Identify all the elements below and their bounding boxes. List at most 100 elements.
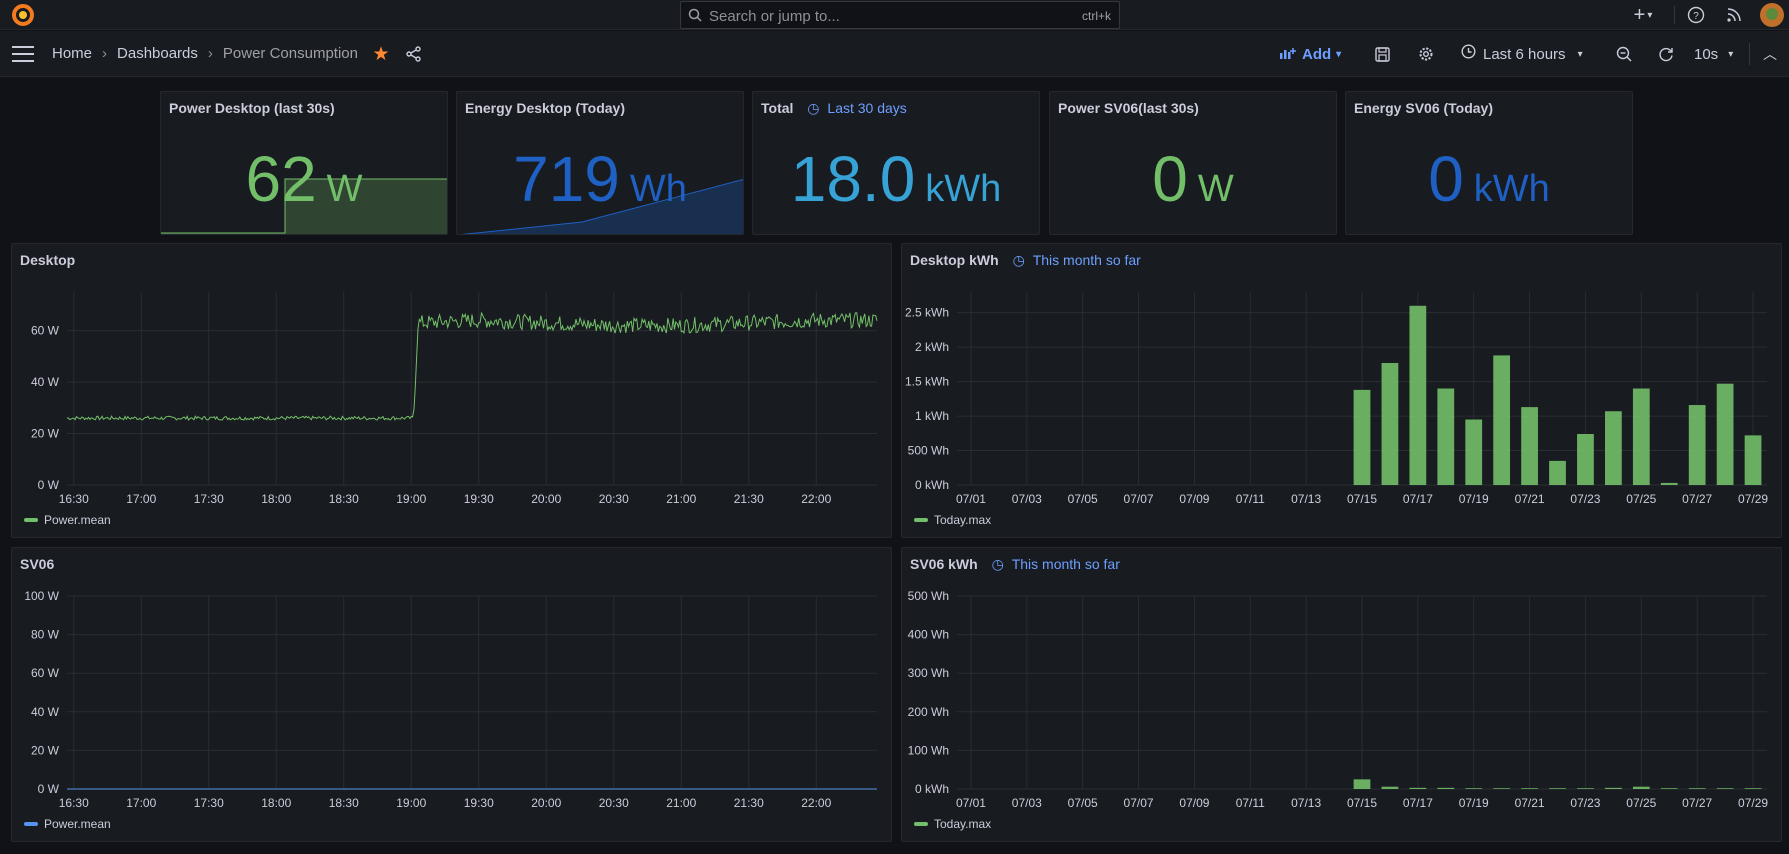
gear-icon[interactable] (1416, 44, 1436, 64)
refresh-interval-picker[interactable]: 10s ▾ (1694, 43, 1733, 65)
time-series-chart: 0 W 20 W 40 W 60 W 80 W 100 W 16:30 17:00 17:30 1… (24, 589, 877, 810)
stat-panel-total[interactable]: Total ◷ Last 30 days 18.0 kWh (752, 91, 1040, 235)
x-tick-label: 07/25 (1626, 492, 1656, 506)
stat-panel-power-sv06[interactable]: Power SV06(last 30s) 0W (1049, 91, 1337, 235)
divider (1749, 43, 1750, 65)
x-tick-label: 19:00 (396, 796, 426, 810)
legend-item[interactable]: Today.max (914, 817, 991, 831)
panel-sv06-kwh[interactable]: SV06 kWh ◷ This month so far 0 kWh 100 Wh… (901, 547, 1782, 842)
bar (1716, 383, 1734, 485)
y-tick-label: 20 W (31, 427, 60, 441)
x-tick-label: 19:30 (464, 492, 494, 506)
x-tick-label: 20:00 (531, 796, 561, 810)
series-line (66, 311, 878, 421)
chevron-down-icon: ▾ (1336, 48, 1342, 60)
bar (1381, 786, 1399, 789)
stat-panel-energy-sv06[interactable]: Energy SV06 (Today) 0 kWh (1345, 91, 1633, 235)
stat-value: 0W (1152, 143, 1234, 215)
bar (1353, 779, 1371, 789)
add-button-label: Add (1302, 45, 1332, 63)
stat-value: 18.0 kWh (790, 143, 1002, 215)
stat-value: 62 W (245, 143, 363, 215)
page-title: Power Consumption (222, 45, 358, 62)
legend-item[interactable]: Today.max (914, 513, 991, 527)
x-tick-label: 18:30 (329, 796, 359, 810)
bar (1577, 788, 1594, 789)
add-button[interactable]: Add ▾ (1280, 43, 1341, 65)
panel-desktop-power[interactable]: Desktop 0 W 20 W 40 W 60 W 16:30 17:00 17:30 18… (11, 243, 892, 538)
x-tick-label: 17:30 (194, 796, 224, 810)
legend-item[interactable]: Power.mean (24, 817, 111, 831)
menu-icon[interactable] (12, 45, 34, 63)
help-circle-icon[interactable]: ? (1686, 5, 1706, 25)
x-tick-label: 07/15 (1347, 796, 1377, 810)
share-icon[interactable] (404, 44, 424, 64)
x-tick-label: 07/15 (1347, 492, 1377, 506)
chevron-down-icon: ▾ (1577, 48, 1583, 60)
bar (1521, 788, 1538, 789)
plus-icon[interactable]: + ▾ (1628, 4, 1658, 26)
y-tick-label: 40 W (31, 375, 60, 389)
refresh-icon[interactable] (1656, 44, 1676, 64)
svg-text:?: ? (1693, 11, 1699, 22)
zoom-out-icon[interactable] (1614, 44, 1634, 64)
keyboard-shortcut-hint: ctrl+k (1081, 9, 1111, 23)
x-tick-label: 07/01 (956, 492, 986, 506)
x-tick-label: 07/05 (1068, 492, 1098, 506)
x-tick-label: 21:30 (734, 796, 764, 810)
breadcrumb-dashboards[interactable]: Dashboards (117, 45, 198, 62)
bar (1632, 388, 1650, 485)
x-tick-label: 22:00 (801, 796, 831, 810)
bar (1493, 788, 1511, 789)
y-tick-label: 0 W (38, 478, 60, 492)
x-tick-label: 07/11 (1236, 796, 1265, 810)
panel-sv06-power[interactable]: SV06 0 W 20 W 40 W 60 W 80 W 100 W 16:30 17:00 1… (11, 547, 892, 842)
x-tick-label: 07/03 (1012, 796, 1042, 810)
bar (1549, 788, 1566, 789)
avatar[interactable] (1760, 3, 1784, 27)
y-tick-label: 0 W (38, 782, 60, 796)
x-tick-label: 17:30 (194, 492, 224, 506)
x-tick-label: 21:00 (666, 796, 696, 810)
x-tick-label: 07/17 (1403, 796, 1433, 810)
x-tick-label: 18:30 (329, 492, 359, 506)
chevron-right-icon: › (102, 45, 108, 62)
x-tick-label: 18:00 (261, 492, 291, 506)
stat-panel-energy-desktop[interactable]: Energy Desktop (Today) 719 Wh (456, 91, 744, 235)
dashboard-nav-bar: Home › Dashboards › Power Consumption ★ … (0, 31, 1789, 77)
bar-chart: 0 kWh 500 Wh 1 kWh 1.5 kWh 2 kWh 2.5 kWh 07/01… (905, 292, 1768, 506)
rss-icon[interactable] (1724, 5, 1744, 25)
x-tick-label: 22:00 (801, 492, 831, 506)
x-tick-label: 07/29 (1738, 492, 1768, 506)
legend-item[interactable]: Power.mean (24, 513, 111, 527)
y-tick-label: 60 W (31, 324, 60, 338)
x-tick-label: 07/13 (1291, 492, 1321, 506)
refresh-interval-label: 10s (1694, 45, 1719, 63)
x-tick-label: 17:00 (126, 796, 156, 810)
breadcrumb-home[interactable]: Home (52, 45, 92, 62)
y-tick-label: 100 Wh (908, 743, 949, 757)
save-icon[interactable] (1372, 44, 1392, 64)
top-bar: Search or jump to... ctrl+k + ▾ ? (0, 0, 1789, 30)
search-input[interactable]: Search or jump to... ctrl+k (680, 1, 1120, 29)
x-tick-label: 07/05 (1068, 796, 1098, 810)
panel-title: Total ◷ Last 30 days (761, 100, 907, 116)
bar (1437, 787, 1455, 789)
star-icon[interactable]: ★ (371, 44, 391, 65)
time-range-picker[interactable]: Last 6 hours ▾ (1461, 43, 1583, 65)
x-tick-label: 07/07 (1124, 796, 1154, 810)
stat-panel-power-desktop[interactable]: Power Desktop (last 30s) 62 W (160, 91, 448, 235)
grafana-logo-icon[interactable] (11, 3, 35, 27)
stat-value: 0 kWh (1428, 143, 1550, 215)
stat-value: 719 Wh (513, 143, 687, 215)
panel-desktop-kwh[interactable]: Desktop kWh ◷ This month so far 0 kWh 500… (901, 243, 1782, 538)
chevron-right-icon: › (207, 45, 213, 62)
bar (1465, 788, 1483, 789)
breadcrumb: Home › Dashboards › Power Consumption (52, 45, 358, 62)
y-tick-label: 60 W (31, 666, 60, 680)
bar (1660, 788, 1678, 789)
y-tick-label: 2.5 kWh (905, 306, 949, 320)
chevron-up-icon[interactable]: ︿ (1760, 44, 1780, 64)
bar (1716, 788, 1734, 789)
bar (1660, 482, 1678, 485)
